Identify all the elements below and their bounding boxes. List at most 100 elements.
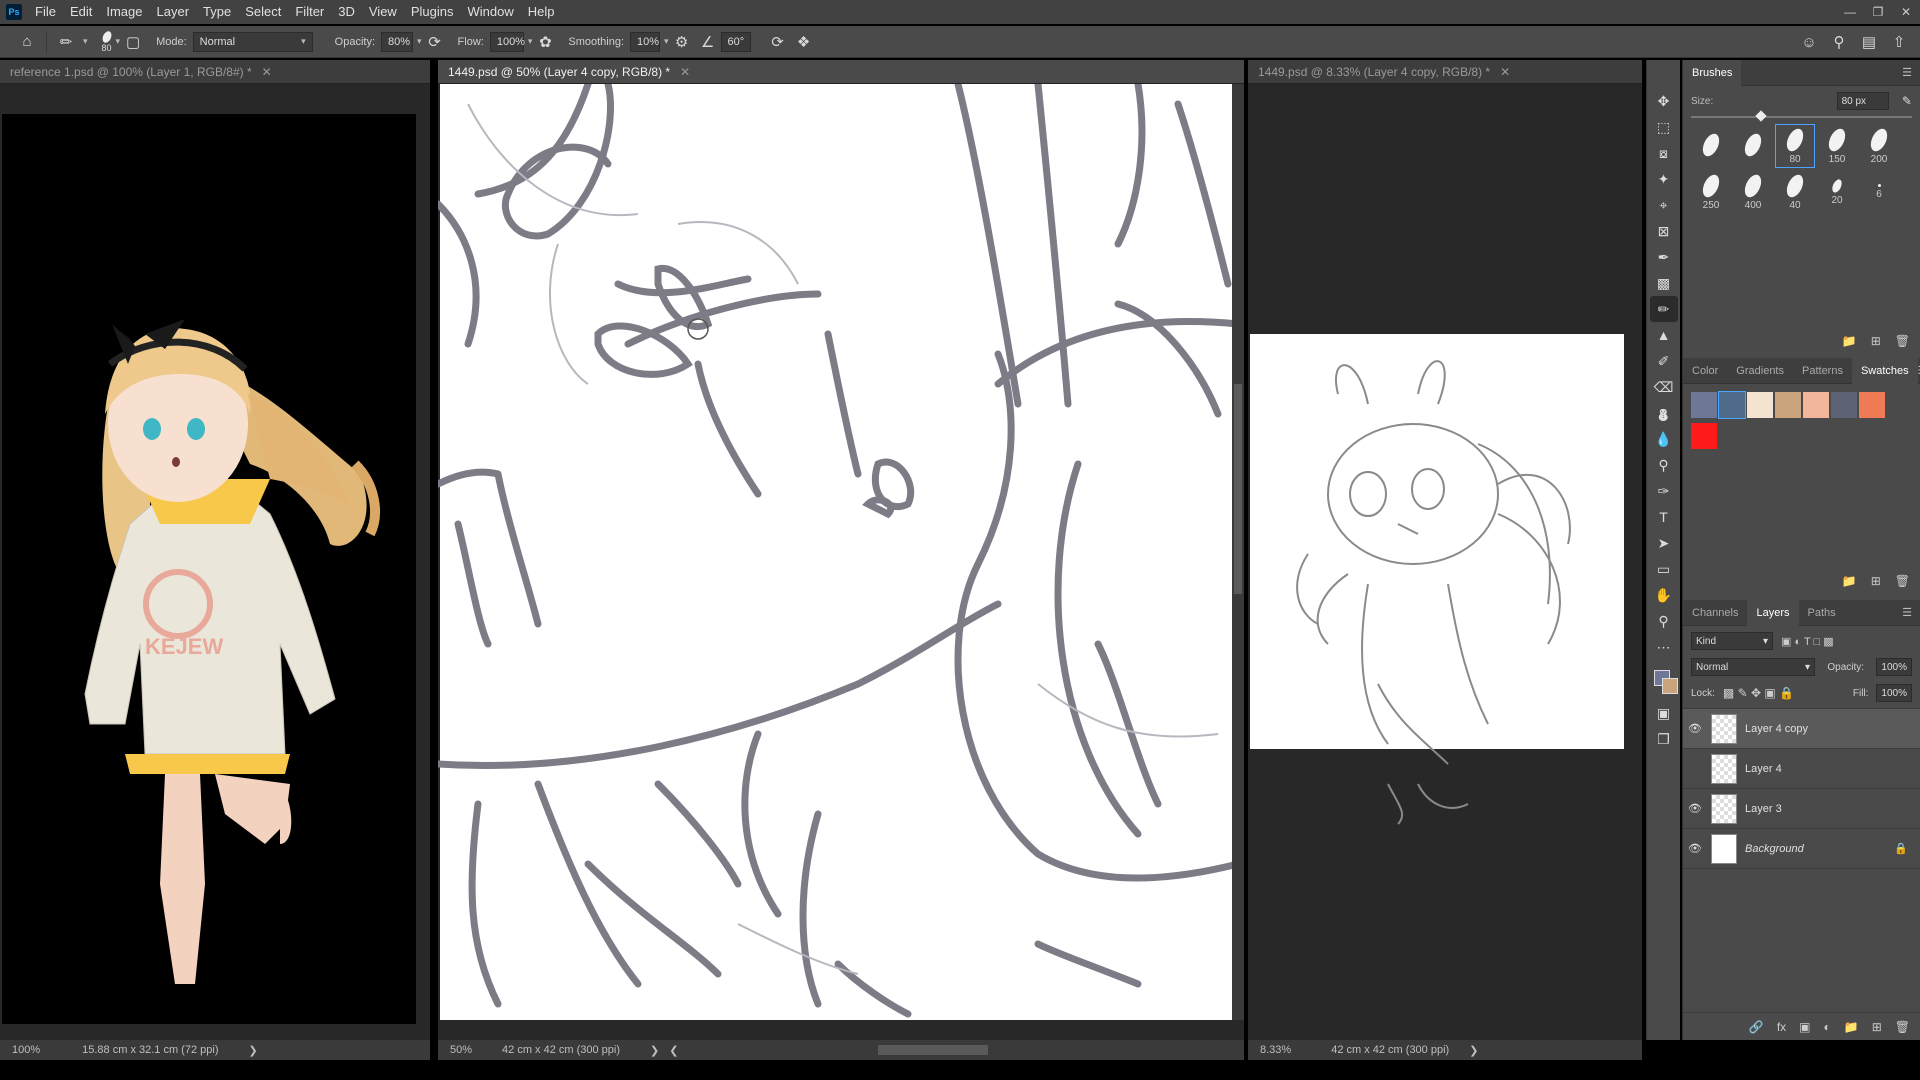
move-tool-icon[interactable]: ✥ — [1650, 88, 1678, 114]
reference-canvas[interactable]: KEJEW — [0, 84, 430, 1060]
search-icon[interactable]: ⚲ — [1826, 29, 1852, 55]
chevron-left-icon[interactable]: ❮ — [669, 1044, 678, 1057]
tab-brushes[interactable]: Brushes — [1683, 59, 1742, 86]
minimize-icon[interactable]: — — [1836, 0, 1864, 24]
zoom-level[interactable]: 8.33% — [1260, 1044, 1291, 1056]
trash-icon[interactable]: 🗑 — [1895, 334, 1910, 358]
zoom-level[interactable]: 50% — [450, 1044, 472, 1056]
folder-icon[interactable]: 📁 — [1842, 334, 1857, 358]
folder-icon[interactable]: 📁 — [1844, 1020, 1859, 1034]
pressure-opacity-icon[interactable]: ⟳ — [422, 29, 448, 55]
layer-row[interactable]: 👁 Layer 3 — [1683, 789, 1920, 829]
filter-icons[interactable]: ▣ ◐ T □ ▩ — [1781, 635, 1834, 648]
type-tool-icon[interactable]: T — [1650, 504, 1678, 530]
swatch[interactable] — [1775, 392, 1801, 418]
kind-filter-select[interactable]: Kind ▾ — [1691, 632, 1773, 650]
chevron-right-icon[interactable]: ❯ — [248, 1044, 257, 1057]
menu-layer[interactable]: Layer — [150, 0, 197, 24]
tab-paths[interactable]: Paths — [1799, 600, 1845, 626]
tab-patterns[interactable]: Patterns — [1793, 358, 1852, 384]
brush-preset[interactable]: 40 — [1775, 170, 1815, 214]
menu-edit[interactable]: Edit — [63, 0, 99, 24]
layer-row[interactable]: ​ Layer 4 — [1683, 749, 1920, 789]
brush-preset[interactable]: 80 — [1775, 124, 1815, 168]
more-tools-icon[interactable]: ⋯ — [1650, 634, 1678, 660]
layer-row[interactable]: 👁 Background 🔒 — [1683, 829, 1920, 869]
lock-icons[interactable]: ▩ ✎ ✥ ▣ 🔒 — [1723, 686, 1794, 700]
opacity-field[interactable]: 80% — [381, 31, 414, 52]
close-icon[interactable]: ✕ — [1892, 0, 1920, 24]
layer-row[interactable]: 👁 Layer 4 copy — [1683, 709, 1920, 749]
tab-color[interactable]: Color — [1683, 358, 1727, 384]
zoom-level[interactable]: 100% — [12, 1044, 40, 1056]
lasso-tool-icon[interactable]: ⧇ — [1650, 140, 1678, 166]
eraser-icon[interactable]: ⌫ — [1650, 374, 1678, 400]
blur-tool-icon[interactable]: 💧 — [1650, 426, 1678, 452]
mode-select[interactable]: Normal ▾ — [192, 31, 313, 52]
menu-select[interactable]: Select — [238, 0, 288, 24]
tab-reference[interactable]: reference 1.psd @ 100% (Layer 1, RGB/8#)… — [0, 60, 430, 84]
chevron-down-icon[interactable]: ▾ — [83, 36, 88, 47]
tab-channels[interactable]: Channels — [1683, 600, 1747, 626]
history-brush-icon[interactable]: ✐ — [1650, 348, 1678, 374]
swatch[interactable] — [1691, 423, 1717, 449]
new-swatch-icon[interactable]: ⊞ — [1871, 574, 1881, 600]
pressure-size-icon[interactable]: ⟳ — [765, 29, 791, 55]
healing-brush-icon[interactable]: ▩ — [1650, 270, 1678, 296]
screen-mode-icon[interactable]: ❐ — [1650, 726, 1678, 752]
close-icon[interactable]: ✕ — [262, 65, 272, 79]
brush-preset[interactable]: 250 — [1691, 170, 1731, 214]
dodge-tool-icon[interactable]: ⚲ — [1650, 452, 1678, 478]
menu-plugins[interactable]: Plugins — [404, 0, 461, 24]
brush-preset[interactable]: 150 — [1817, 124, 1857, 168]
menu-window[interactable]: Window — [460, 0, 520, 24]
visibility-toggle[interactable]: ​ — [1683, 763, 1707, 775]
adjustment-icon[interactable]: ◐ — [1824, 1020, 1831, 1034]
quick-mask-icon[interactable]: ▣ — [1650, 700, 1678, 726]
chevron-right-icon[interactable]: ❯ — [1469, 1044, 1478, 1057]
brush-edit-icon[interactable]: ✎ — [1902, 94, 1912, 108]
brush-preset[interactable]: 400 — [1733, 170, 1773, 214]
stamp-tool-icon[interactable]: ▲ — [1650, 322, 1678, 348]
share-icon[interactable]: ⇧ — [1886, 29, 1912, 55]
swatch[interactable] — [1747, 392, 1773, 418]
brush-settings-icon[interactable]: ▢ — [120, 29, 146, 55]
magic-wand-icon[interactable]: ✦ — [1650, 166, 1678, 192]
menu-file[interactable]: File — [28, 0, 63, 24]
close-icon[interactable]: ✕ — [1500, 65, 1510, 79]
marquee-tool-icon[interactable]: ⬚ — [1650, 114, 1678, 140]
brush-preset[interactable]: 200 — [1859, 124, 1899, 168]
restore-icon[interactable]: ❐ — [1864, 0, 1892, 24]
mask-icon[interactable]: ▣ — [1799, 1020, 1810, 1034]
tab-layers[interactable]: Layers — [1747, 599, 1799, 626]
shape-tool-icon[interactable]: ▭ — [1650, 556, 1678, 582]
workspace-icon[interactable]: ▤ — [1856, 29, 1882, 55]
menu-help[interactable]: Help — [521, 0, 562, 24]
background-color[interactable] — [1661, 678, 1678, 694]
symmetry-icon[interactable]: ❖ — [791, 29, 817, 55]
chevron-right-icon[interactable]: ❯ — [650, 1044, 659, 1057]
smoothing-field[interactable]: 10% — [630, 31, 661, 52]
pen-tool-icon[interactable]: ✑ — [1650, 478, 1678, 504]
layer-opacity-field[interactable]: 100% — [1876, 658, 1912, 676]
fill-field[interactable]: 100% — [1876, 684, 1912, 702]
visibility-eye-icon[interactable]: 👁 — [1683, 842, 1707, 855]
trash-icon[interactable]: 🗑 — [1895, 574, 1910, 600]
menu-filter[interactable]: Filter — [288, 0, 331, 24]
tab-swatches[interactable]: Swatches — [1851, 357, 1918, 384]
swatch[interactable] — [1718, 391, 1746, 419]
swatch[interactable] — [1803, 392, 1829, 418]
menu-3d[interactable]: 3D — [331, 0, 362, 24]
close-icon[interactable]: ✕ — [680, 65, 690, 79]
menu-type[interactable]: Type — [196, 0, 238, 24]
share-user-icon[interactable]: ☺ — [1796, 29, 1822, 55]
path-select-icon[interactable]: ➤ — [1650, 530, 1678, 556]
trash-icon[interactable]: 🗑 — [1895, 1020, 1910, 1034]
visibility-eye-icon[interactable]: 👁 — [1683, 722, 1707, 735]
new-layer-icon[interactable]: ⊞ — [1872, 1020, 1882, 1034]
link-icon[interactable]: 🔗 — [1749, 1020, 1764, 1034]
brush-preset[interactable]: 6 — [1859, 170, 1899, 214]
color-picker[interactable] — [1650, 664, 1678, 700]
folder-icon[interactable]: 📁 — [1842, 574, 1857, 600]
angle-field[interactable]: 60° — [720, 31, 751, 52]
